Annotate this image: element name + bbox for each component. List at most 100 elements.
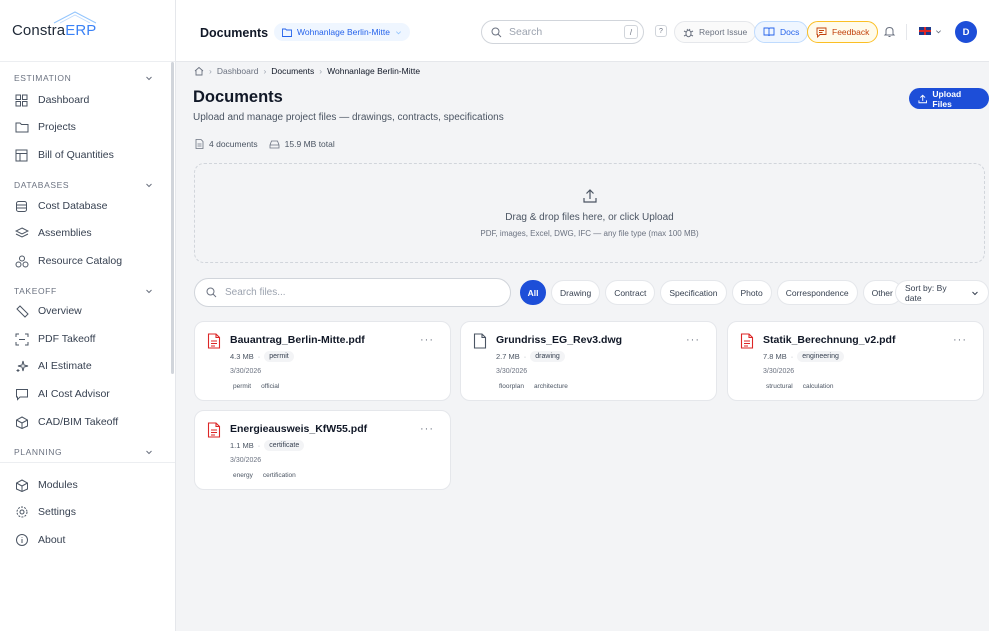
section-planning[interactable]: PLANNING	[14, 447, 153, 457]
project-selector[interactable]: Wohnanlage Berlin-Mitte	[274, 23, 410, 41]
file-meta: 7.8 MB · engineering	[763, 351, 844, 362]
file-size: 7.8 MB	[763, 352, 787, 361]
file-dropzone[interactable]: Drag & drop files here, or click Upload …	[194, 163, 985, 263]
filter-chip-specification[interactable]: Specification	[660, 280, 727, 305]
chevron-down-icon	[146, 450, 152, 455]
file-date: 3/30/2026	[763, 368, 795, 375]
sidebar-item-bill-of-quantities[interactable]: Bill of Quantities	[14, 146, 114, 164]
sidebar-scrollbar[interactable]	[171, 62, 174, 374]
logo-roof-icon	[53, 11, 97, 24]
gear-icon	[14, 505, 29, 520]
file-date: 3/30/2026	[230, 457, 262, 464]
sidebar-item-overview[interactable]: Overview	[14, 302, 82, 320]
docs-label: Docs	[780, 27, 800, 37]
section-databases[interactable]: DATABASES	[14, 180, 153, 190]
pdf-file-icon	[207, 333, 221, 349]
breadcrumb-separator: ›	[319, 66, 323, 76]
file-search-input[interactable]: Search files...	[194, 278, 511, 307]
chevron-down-icon	[972, 291, 978, 295]
filter-chip-all[interactable]: All	[520, 280, 546, 305]
sidebar-item-resource-catalog[interactable]: Resource Catalog	[14, 252, 122, 270]
home-icon[interactable]	[194, 66, 204, 76]
filter-chip-drawing[interactable]: Drawing	[551, 280, 601, 305]
feedback-label: Feedback	[832, 27, 870, 37]
sidebar-item-label: PDF Takeoff	[38, 333, 96, 345]
more-options-button[interactable]: ···	[686, 334, 700, 346]
sidebar-item-about[interactable]: About	[14, 531, 65, 549]
sidebar-item-pdf-takeoff[interactable]: PDF Takeoff	[14, 330, 95, 348]
sidebar: ConstraERP ESTIMATION Dashboard Projects…	[0, 0, 176, 631]
sidebar-item-modules[interactable]: Modules	[14, 476, 78, 494]
sidebar-item-cost-database[interactable]: Cost Database	[14, 197, 107, 215]
sidebar-item-projects[interactable]: Projects	[14, 118, 76, 136]
breadcrumb: › Dashboard › Documents › Wohnanlage Ber…	[194, 66, 420, 76]
file-tag: certification	[262, 472, 296, 479]
uk-flag-icon	[919, 27, 931, 35]
file-tags: floorplan architecture	[496, 382, 571, 391]
project-name: Wohnanlage Berlin-Mitte	[297, 27, 390, 37]
sidebar-item-dashboard[interactable]: Dashboard	[14, 91, 89, 109]
sidebar-item-settings[interactable]: Settings	[14, 503, 76, 521]
filter-chip-correspondence[interactable]: Correspondence	[776, 280, 858, 305]
database-icon	[14, 199, 29, 214]
section-takeoff[interactable]: TAKEOFF	[14, 286, 153, 296]
sidebar-item-assemblies[interactable]: Assemblies	[14, 224, 92, 242]
section-title: TAKEOFF	[14, 286, 57, 296]
file-card[interactable]: Energieausweis_KfW55.pdf ··· 1.1 MB · ce…	[194, 410, 451, 490]
filter-chip-contract[interactable]: Contract	[605, 280, 656, 305]
sidebar-item-ai-cost-advisor[interactable]: AI Cost Advisor	[14, 385, 110, 403]
language-selector[interactable]	[919, 27, 942, 35]
search-shortcut-key: /	[624, 25, 638, 39]
folder-icon	[14, 120, 29, 135]
chevron-down-icon	[936, 29, 941, 33]
file-icon	[473, 333, 487, 349]
file-card[interactable]: Grundriss_EG_Rev3.dwg ··· 2.7 MB · drawi…	[460, 321, 717, 401]
file-meta: 1.1 MB · certificate	[230, 440, 305, 451]
table-icon	[14, 148, 29, 163]
file-card[interactable]: Statik_Berechnung_v2.pdf ··· 7.8 MB · en…	[727, 321, 984, 401]
breadcrumb-project: Wohnanlage Berlin-Mitte	[327, 66, 421, 76]
file-category-badge: drawing	[530, 351, 565, 362]
breadcrumb-documents[interactable]: Documents	[271, 66, 314, 76]
file-name[interactable]: Bauantrag_Berlin-Mitte.pdf	[230, 334, 365, 346]
sidebar-item-ai-estimate[interactable]: AI Estimate	[14, 357, 92, 375]
app-logo[interactable]: ConstraERP	[12, 11, 97, 39]
filter-chip-photo[interactable]: Photo	[731, 280, 772, 305]
logo-accent-text: ERP	[65, 22, 97, 39]
logo-text: Constra	[12, 22, 66, 39]
hard-drive-icon	[269, 140, 280, 149]
user-avatar[interactable]: D	[955, 21, 977, 43]
sidebar-item-cad-bim-takeoff[interactable]: CAD/BIM Takeoff	[14, 413, 118, 431]
global-search-input[interactable]: Search /	[481, 20, 644, 44]
section-estimation[interactable]: ESTIMATION	[14, 73, 153, 83]
upload-files-button[interactable]: Upload Files	[909, 88, 989, 109]
logo-area: ConstraERP	[0, 0, 175, 62]
help-button[interactable]: ?	[655, 25, 667, 37]
file-tag: permit	[233, 383, 252, 390]
docs-button[interactable]: Docs	[754, 21, 809, 43]
report-issue-button[interactable]: Report Issue	[674, 21, 757, 43]
meta-separator: ·	[790, 352, 794, 361]
sidebar-item-label: Settings	[38, 506, 76, 518]
file-card[interactable]: Bauantrag_Berlin-Mitte.pdf ··· 4.3 MB · …	[194, 321, 451, 401]
scan-icon	[14, 332, 29, 347]
package-icon	[14, 478, 29, 493]
more-options-button[interactable]: ···	[420, 423, 434, 435]
file-name[interactable]: Statik_Berechnung_v2.pdf	[763, 334, 895, 346]
file-name[interactable]: Energieausweis_KfW55.pdf	[230, 423, 367, 435]
file-category-badge: certificate	[264, 440, 305, 451]
bug-icon	[683, 28, 694, 37]
file-name[interactable]: Grundriss_EG_Rev3.dwg	[496, 334, 622, 346]
file-tags: energy certification	[230, 471, 299, 480]
meta-separator: ·	[257, 352, 261, 361]
more-options-button[interactable]: ···	[953, 334, 967, 346]
more-options-button[interactable]: ···	[420, 334, 434, 346]
feedback-button[interactable]: Feedback	[807, 21, 879, 43]
folder-icon	[282, 28, 292, 37]
file-search-placeholder: Search files...	[225, 287, 286, 298]
sidebar-item-label: AI Estimate	[38, 360, 92, 372]
sort-dropdown[interactable]: Sort by: By date	[895, 280, 989, 305]
notifications-bell-icon[interactable]	[883, 25, 896, 38]
sidebar-item-label: Projects	[38, 121, 76, 133]
breadcrumb-dashboard[interactable]: Dashboard	[217, 66, 259, 76]
